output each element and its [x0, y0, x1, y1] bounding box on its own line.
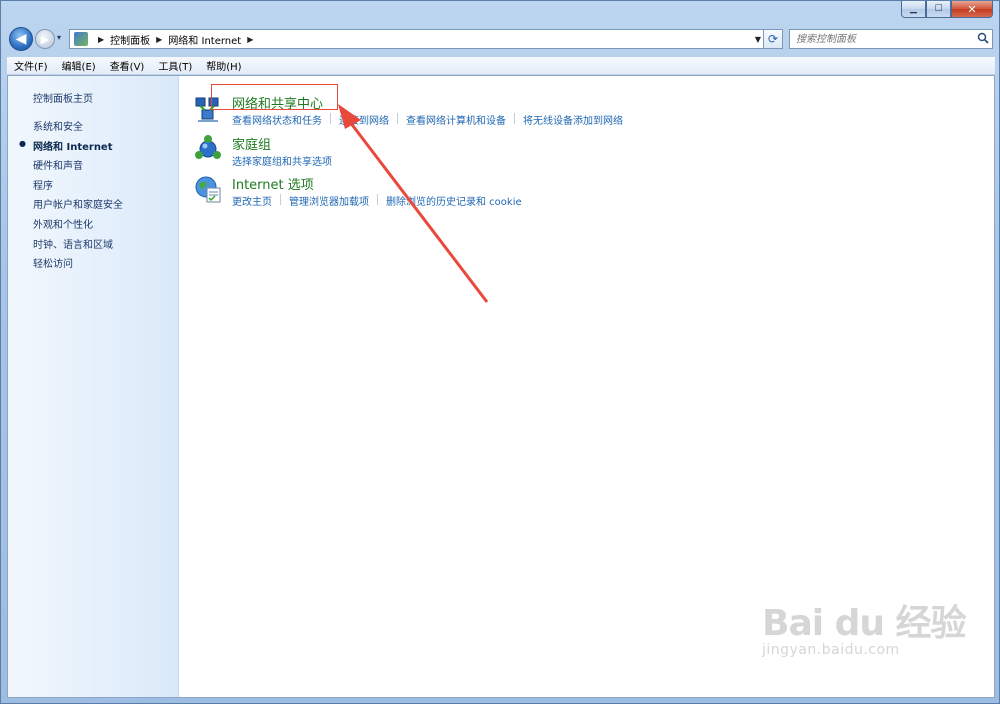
link-view-network-computers[interactable]: 查看网络计算机和设备 [406, 112, 506, 127]
homegroup-icon[interactable] [193, 134, 223, 164]
address-dropdown-icon[interactable]: ▼ [755, 35, 761, 44]
sidebar-item-network-internet[interactable]: 网络和 Internet [33, 138, 113, 153]
link-change-homepage[interactable]: 更改主页 [232, 193, 272, 208]
address-bar[interactable]: ▶ 控制面板 ▶ 网络和 Internet ▶ ▼ [69, 29, 766, 49]
category-links-internet-options: 更改主页 管理浏览器加载项 删除浏览的历史记录和 cookie [232, 193, 522, 208]
menu-edit[interactable]: 编辑(E) [55, 58, 103, 73]
recent-pages-dropdown[interactable]: ▾ [57, 33, 61, 42]
breadcrumb-separator-icon[interactable]: ▶ [247, 35, 253, 44]
internet-options-icon[interactable] [193, 174, 223, 204]
search-box[interactable] [789, 29, 993, 49]
sidebar-item-control-panel-home[interactable]: 控制面板主页 [33, 90, 93, 105]
caption-buttons: ▁ ☐ ✕ [901, 1, 993, 18]
sidebar-item-hardware-sound[interactable]: 硬件和声音 [33, 157, 83, 172]
annotation-highlight-box [211, 84, 338, 110]
navigation-bar: ◀ ▶ ▾ ▶ 控制面板 ▶ 网络和 Internet ▶ ▼ ⟳ [9, 27, 993, 53]
breadcrumb-separator-icon[interactable]: ▶ [156, 35, 162, 44]
breadcrumb-network-internet[interactable]: 网络和 Internet [168, 32, 241, 47]
maximize-button[interactable]: ☐ [926, 1, 951, 18]
search-icon[interactable] [974, 32, 992, 47]
link-add-wireless-device[interactable]: 将无线设备添加到网络 [523, 112, 623, 127]
search-input[interactable] [790, 32, 974, 46]
watermark-logo: Bai du 经验 [762, 603, 967, 644]
sidebar-item-appearance[interactable]: 外观和个性化 [33, 216, 93, 231]
link-homegroup-sharing-options[interactable]: 选择家庭组和共享选项 [232, 153, 332, 168]
menu-bar: 文件(F) 编辑(E) 查看(V) 工具(T) 帮助(H) [7, 57, 995, 75]
minimize-button[interactable]: ▁ [901, 1, 926, 18]
current-item-bullet-icon: ● [19, 139, 26, 148]
category-title-internet-options[interactable]: Internet 选项 [232, 174, 314, 193]
sidebar: 控制面板主页 系统和安全 ● 网络和 Internet 硬件和声音 程序 用户帐… [8, 76, 179, 697]
category-title-homegroup[interactable]: 家庭组 [232, 134, 271, 153]
category-links-network: 查看网络状态和任务 连接到网络 查看网络计算机和设备 将无线设备添加到网络 [232, 112, 623, 127]
menu-file[interactable]: 文件(F) [7, 58, 55, 73]
link-manage-addons[interactable]: 管理浏览器加载项 [289, 193, 369, 208]
link-delete-browsing-history[interactable]: 删除浏览的历史记录和 cookie [386, 193, 522, 208]
link-divider [280, 194, 281, 205]
menu-help[interactable]: 帮助(H) [199, 58, 248, 73]
link-divider [397, 113, 398, 124]
baidu-jingyan-watermark: Bai du 经验 jingyan.baidu.com [762, 594, 967, 658]
link-divider [514, 113, 515, 124]
menu-tools[interactable]: 工具(T) [151, 58, 199, 73]
menu-view[interactable]: 查看(V) [103, 58, 152, 73]
sidebar-item-user-accounts[interactable]: 用户帐户和家庭安全 [33, 196, 123, 211]
sidebar-item-programs[interactable]: 程序 [33, 177, 53, 192]
link-connect-to-network[interactable]: 连接到网络 [339, 112, 389, 127]
control-panel-icon [74, 32, 88, 46]
sidebar-item-ease-of-access[interactable]: 轻松访问 [33, 255, 73, 270]
forward-button[interactable]: ▶ [35, 29, 55, 49]
refresh-button[interactable]: ⟳ [763, 29, 783, 49]
link-view-network-status[interactable]: 查看网络状态和任务 [232, 112, 322, 127]
sidebar-item-clock-language[interactable]: 时钟、语言和区域 [33, 236, 113, 251]
close-button[interactable]: ✕ [951, 1, 993, 18]
back-button[interactable]: ◀ [9, 27, 33, 51]
category-links-homegroup: 选择家庭组和共享选项 [232, 153, 332, 168]
sidebar-item-system-security[interactable]: 系统和安全 [33, 118, 83, 133]
link-divider [377, 194, 378, 205]
breadcrumb-separator-icon[interactable]: ▶ [98, 35, 104, 44]
link-divider [330, 113, 331, 124]
breadcrumb-control-panel[interactable]: 控制面板 [110, 32, 150, 47]
